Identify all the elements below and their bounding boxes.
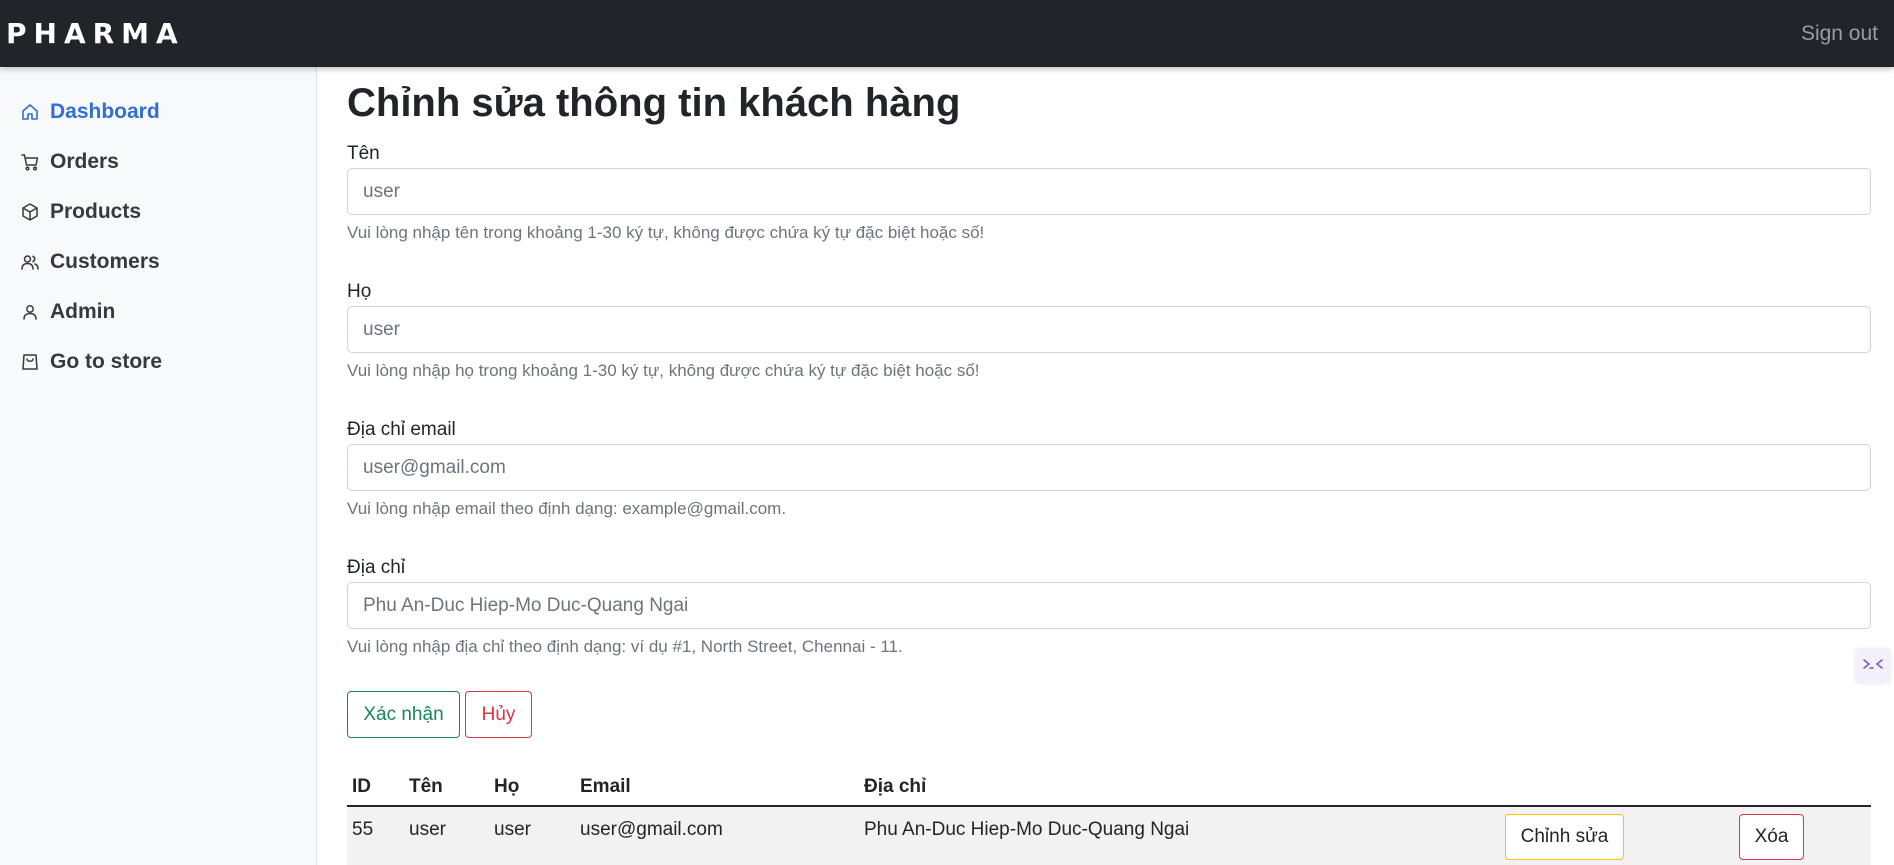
sidebar-item-dashboard[interactable]: Dashboard — [0, 87, 316, 137]
first-name-label: Tên — [347, 143, 380, 164]
column-header-first-name: Tên — [409, 776, 443, 797]
box-icon — [20, 202, 40, 222]
email-input[interactable] — [347, 444, 1871, 491]
sidebar-item-label: Products — [50, 200, 142, 223]
home-icon — [20, 102, 40, 122]
shopping-bag-icon — [20, 352, 40, 372]
sidebar-item-customers[interactable]: Customers — [0, 237, 316, 287]
column-header-last-name: Họ — [494, 776, 520, 797]
sidebar-item-admin[interactable]: Admin — [0, 287, 316, 337]
email-label: Địa chỉ email — [347, 419, 456, 440]
sidebar: Dashboard Orders Products Customers Admi… — [0, 67, 317, 865]
sidebar-item-label: Admin — [50, 300, 116, 323]
sidebar-item-orders[interactable]: Orders — [0, 137, 316, 187]
last-name-input[interactable] — [347, 306, 1871, 353]
page-title: Chỉnh sửa thông tin khách hàng — [347, 81, 961, 125]
delete-button[interactable]: Xóa — [1739, 814, 1804, 860]
confirm-button[interactable]: Xác nhận — [347, 691, 460, 738]
edit-button[interactable]: Chỉnh sửa — [1505, 814, 1624, 860]
sign-out-link[interactable]: Sign out — [1801, 22, 1894, 46]
address-help: Vui lòng nhập địa chỉ theo định dạng: ví… — [347, 637, 903, 656]
sidebar-item-label: Dashboard — [50, 100, 160, 123]
email-help: Vui lòng nhập email theo định dạng: exam… — [347, 499, 787, 518]
cell-id: 55 — [352, 819, 374, 840]
brand-logo[interactable]: PHARMA — [0, 17, 185, 50]
cancel-button[interactable]: Hủy — [465, 691, 532, 738]
first-name-input[interactable] — [347, 168, 1871, 215]
top-navbar: PHARMA Sign out — [0, 0, 1894, 67]
sidebar-item-go-to-store[interactable]: Go to store — [0, 337, 316, 387]
table-row: 55 user user user@gmail.com Phu An-Duc H… — [347, 807, 1871, 865]
users-icon — [20, 252, 40, 272]
last-name-label: Họ — [347, 281, 372, 302]
last-name-help: Vui lòng nhập họ trong khoảng 1-30 ký tự… — [347, 361, 980, 380]
cart-icon — [20, 152, 40, 172]
user-icon — [20, 302, 40, 322]
sidebar-item-label: Go to store — [50, 350, 163, 373]
collapse-arrows-icon — [1862, 657, 1884, 676]
address-input[interactable] — [347, 582, 1871, 629]
column-header-email: Email — [580, 776, 631, 797]
cell-address: Phu An-Duc Hiep-Mo Duc-Quang Ngai — [864, 819, 1190, 840]
main-content: Chỉnh sửa thông tin khách hàng Tên Vui l… — [347, 67, 1871, 865]
column-header-id: ID — [352, 776, 371, 797]
column-header-address: Địa chỉ — [864, 776, 927, 797]
customers-table: ID Tên Họ Email Địa chỉ 55 user user use… — [347, 764, 1871, 865]
table-header: ID Tên Họ Email Địa chỉ — [347, 764, 1871, 807]
sidebar-item-label: Customers — [50, 250, 160, 273]
sidebar-item-products[interactable]: Products — [0, 187, 316, 237]
cell-last-name: user — [494, 819, 531, 840]
cell-first-name: user — [409, 819, 446, 840]
cell-email: user@gmail.com — [580, 819, 723, 840]
sidebar-item-label: Orders — [50, 150, 119, 173]
first-name-help: Vui lòng nhập tên trong khoảng 1-30 ký t… — [347, 223, 985, 242]
address-label: Địa chỉ — [347, 557, 406, 578]
floating-extension-widget[interactable] — [1855, 648, 1891, 684]
